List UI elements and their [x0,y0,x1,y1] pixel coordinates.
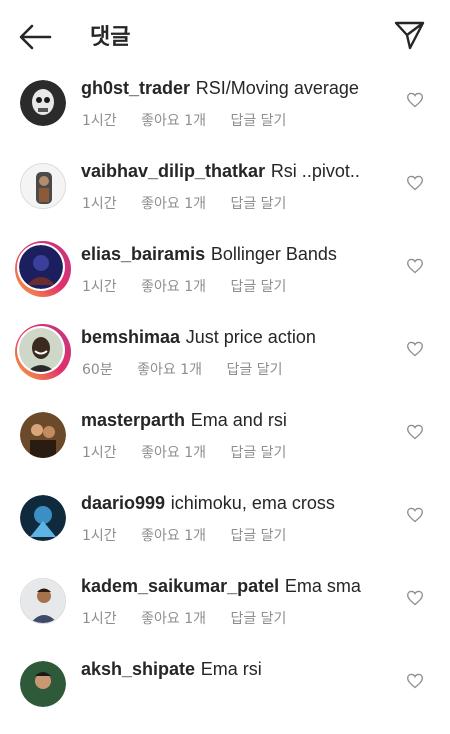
reply-button[interactable]: 답글 달기 [227,362,283,378]
comment-line: daario999 ichimoku, ema cross [81,493,335,514]
reply-button[interactable]: 답글 달기 [230,113,286,129]
comment-meta: 60분 좋아요 1개 답글 달기 [82,359,302,379]
comment-username[interactable]: vaibhav_dilip_thatkar [81,161,265,181]
header-bar: 댓글 [0,0,450,70]
comment-time: 1시간 [82,445,117,461]
comment-text: Bollinger Bands [210,244,337,264]
heart-icon[interactable] [406,258,424,274]
comment-line: aksh_shipate Ema rsi [81,659,262,680]
comment-row: elias_bairamis Bollinger Bands 1시간 좋아요 1… [0,236,450,319]
reply-button[interactable]: 답글 달기 [230,279,286,295]
comment-likes[interactable]: 좋아요 1개 [141,528,206,544]
comment-meta: 1시간 좋아요 1개 답글 달기 [82,608,306,628]
comment-username[interactable]: gh0st_trader [81,78,190,98]
comment-likes[interactable]: 좋아요 1개 [141,279,206,295]
avatar[interactable] [15,324,71,380]
paper-plane-icon[interactable] [392,19,426,51]
comment-username[interactable]: masterparth [81,410,185,430]
comment-time: 60분 [82,362,113,378]
avatar[interactable] [20,661,66,707]
avatar[interactable] [20,495,66,541]
comment-likes[interactable]: 좋아요 1개 [141,445,206,461]
comment-username[interactable]: kadem_saikumar_patel [81,576,279,596]
heart-icon[interactable] [406,424,424,440]
comment-meta: 1시간 좋아요 1개 답글 달기 [82,442,306,462]
comment-likes[interactable]: 좋아요 1개 [141,196,206,212]
comment-row: vaibhav_dilip_thatkar Rsi ..pivot.. 1시간 … [0,153,450,236]
heart-icon[interactable] [406,590,424,606]
reply-button[interactable]: 답글 달기 [230,528,286,544]
comment-text: Just price action [185,327,316,347]
avatar[interactable] [20,578,66,624]
comment-username[interactable]: daario999 [81,493,165,513]
heart-icon[interactable] [406,673,424,689]
comment-row: daario999 ichimoku, ema cross 1시간 좋아요 1개… [0,485,450,568]
comment-text: Ema rsi [200,659,262,679]
comment-time: 1시간 [82,611,117,627]
comment-text: RSI/Moving average [195,78,359,98]
comment-username[interactable]: elias_bairamis [81,244,205,264]
avatar[interactable] [20,80,66,126]
comment-row: kadem_saikumar_patel Ema sma 1시간 좋아요 1개 … [0,568,450,651]
comment-time: 1시간 [82,113,117,129]
comment-likes[interactable]: 좋아요 1개 [141,611,206,627]
comment-line: masterparth Ema and rsi [81,410,287,431]
comment-meta: 1시간 좋아요 1개 답글 달기 [82,525,306,545]
heart-icon[interactable] [406,341,424,357]
reply-button[interactable]: 답글 달기 [230,611,286,627]
comment-time: 1시간 [82,528,117,544]
comment-text: Ema and rsi [190,410,287,430]
heart-icon[interactable] [406,175,424,191]
comment-meta: 1시간 좋아요 1개 답글 달기 [82,110,306,130]
comment-row: gh0st_trader RSI/Moving average 1시간 좋아요 … [0,70,450,153]
heart-icon[interactable] [406,92,424,108]
comment-username[interactable]: aksh_shipate [81,659,195,679]
comment-likes[interactable]: 좋아요 1개 [141,113,206,129]
comment-row: aksh_shipate Ema rsi [0,651,450,734]
comment-meta: 1시간 좋아요 1개 답글 달기 [82,276,306,296]
comment-line: bemshimaa Just price action [81,327,316,348]
comment-time: 1시간 [82,196,117,212]
comment-row: bemshimaa Just price action 60분 좋아요 1개 답… [0,319,450,402]
comment-text: Ema sma [284,576,361,596]
avatar[interactable] [15,241,71,297]
reply-button[interactable]: 답글 달기 [230,196,286,212]
comment-text: Rsi ..pivot.. [270,161,360,181]
comment-row: masterparth Ema and rsi 1시간 좋아요 1개 답글 달기 [0,402,450,485]
avatar[interactable] [20,163,66,209]
comment-likes[interactable]: 좋아요 1개 [137,362,202,378]
comment-line: kadem_saikumar_patel Ema sma [81,576,361,597]
comment-line: elias_bairamis Bollinger Bands [81,244,337,265]
avatar[interactable] [20,412,66,458]
comment-line: vaibhav_dilip_thatkar Rsi ..pivot.. [81,161,360,182]
comment-time: 1시간 [82,279,117,295]
reply-button[interactable]: 답글 달기 [230,445,286,461]
comment-meta: 1시간 좋아요 1개 답글 달기 [82,193,306,213]
heart-icon[interactable] [406,507,424,523]
arrow-left-icon[interactable] [18,22,52,52]
comment-text: ichimoku, ema cross [170,493,335,513]
comment-username[interactable]: bemshimaa [81,327,180,347]
comment-line: gh0st_trader RSI/Moving average [81,78,359,99]
page-title: 댓글 [90,25,131,50]
